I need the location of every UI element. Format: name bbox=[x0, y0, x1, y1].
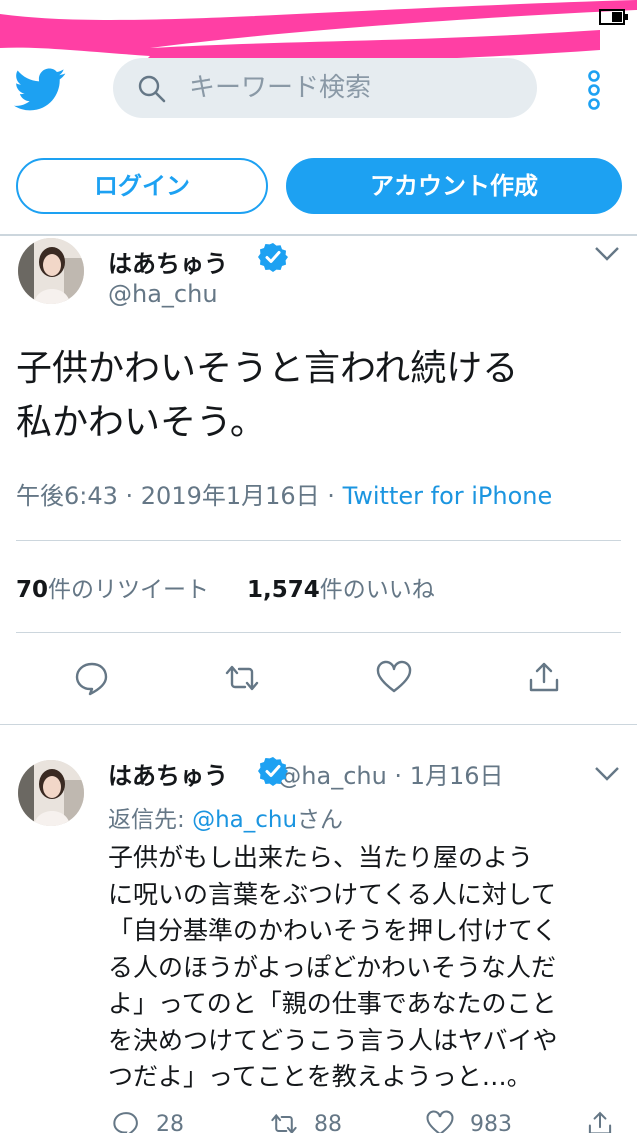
reply-text: 子供がもし出来たら、当たり屋のよう に呪いの言葉をぶつけてくる人に対して 「自分… bbox=[108, 840, 622, 1096]
search-icon bbox=[138, 75, 166, 103]
avatar[interactable] bbox=[18, 238, 84, 304]
tweet-text-line: 私かわいそう。 bbox=[16, 402, 266, 443]
tweet-stats: 70件のリツイート 1,574件のいいね bbox=[16, 570, 435, 604]
reply-text-line: つだよ」ってことを教えようっと…。 bbox=[108, 1062, 532, 1091]
tweet-timestamp[interactable]: 午後6:43 · 2019年1月16日 · bbox=[16, 482, 343, 510]
share-icon[interactable] bbox=[526, 660, 562, 696]
more-vertical-icon[interactable] bbox=[584, 70, 604, 110]
divider bbox=[16, 632, 621, 633]
tweet-author-name[interactable]: はあちゅう bbox=[108, 244, 228, 279]
retweet-icon bbox=[271, 1113, 297, 1133]
auth-buttons: ログイン アカウント作成 bbox=[0, 158, 637, 214]
like-count: 983 bbox=[470, 1111, 512, 1133]
likes-label: 件のいいね bbox=[319, 577, 435, 603]
reply-share-action[interactable] bbox=[586, 1110, 614, 1133]
reply-text-line: に呪いの言葉をぶつけてくる人に対して bbox=[108, 879, 557, 909]
top-bar: キーワード検索 bbox=[0, 48, 637, 134]
avatar[interactable] bbox=[18, 760, 84, 826]
tweet-actions bbox=[0, 660, 637, 704]
like-heart-icon[interactable] bbox=[376, 660, 412, 696]
tweet-text: 子供かわいそうと言われ続ける 私かわいそう。 bbox=[16, 342, 621, 450]
divider bbox=[16, 540, 621, 541]
search-input[interactable]: キーワード検索 bbox=[113, 58, 537, 118]
reply-to-line: 返信先: @ha_chuさん bbox=[108, 800, 343, 834]
search-placeholder: キーワード検索 bbox=[189, 73, 372, 103]
divider bbox=[0, 724, 637, 725]
likes-stat[interactable]: 1,574件のいいね bbox=[247, 577, 435, 603]
like-heart-icon bbox=[426, 1110, 454, 1133]
divider bbox=[0, 234, 637, 236]
reply-count: 28 bbox=[156, 1111, 184, 1133]
verified-badge-icon bbox=[258, 243, 288, 272]
retweets-count: 70 bbox=[16, 577, 49, 603]
tweet-author-handle[interactable]: @ha_chu bbox=[108, 280, 218, 308]
reply-retweet-action[interactable]: 88 bbox=[270, 1110, 342, 1133]
tweet-source-link[interactable]: Twitter for iPhone bbox=[343, 482, 553, 510]
reply-header: はあちゅう @ha_chu · 1月16日 bbox=[108, 756, 504, 791]
reply-to-prefix: 返信先: bbox=[108, 807, 193, 833]
reply-author-name[interactable]: はあちゅう bbox=[108, 762, 228, 790]
login-button[interactable]: ログイン bbox=[16, 158, 268, 214]
verified-badge-icon bbox=[258, 757, 288, 786]
reply-handle-date[interactable]: @ha_chu · 1月16日 bbox=[270, 762, 503, 790]
reply-text-line: よ」ってのと「親の仕事であなたのこと bbox=[108, 989, 557, 1018]
reply-icon[interactable] bbox=[74, 660, 110, 696]
reply-reply-action[interactable]: 28 bbox=[112, 1110, 184, 1133]
retweet-count: 88 bbox=[314, 1111, 342, 1133]
twitter-bird-icon[interactable] bbox=[14, 68, 66, 112]
share-icon bbox=[588, 1111, 612, 1133]
reply-like-action[interactable]: 983 bbox=[426, 1110, 512, 1133]
chevron-down-icon[interactable] bbox=[594, 246, 620, 262]
reply-to-suffix: さん bbox=[297, 807, 344, 833]
tweet-text-line: 子供かわいそうと言われ続ける bbox=[16, 348, 519, 389]
retweets-stat[interactable]: 70件のリツイート bbox=[16, 577, 209, 603]
reply-to-handle[interactable]: @ha_chu bbox=[192, 807, 297, 833]
reply-text-line: 子供がもし出来たら、当たり屋のよう bbox=[108, 843, 534, 872]
reply-actions: 28 88 983 bbox=[0, 1110, 637, 1133]
reply-text-line: 「自分基準のかわいそうを押し付けてく bbox=[108, 916, 558, 945]
retweet-icon[interactable] bbox=[224, 660, 260, 696]
reply-icon bbox=[113, 1112, 138, 1133]
likes-count: 1,574 bbox=[247, 577, 320, 603]
chevron-down-icon[interactable] bbox=[594, 766, 620, 782]
battery-icon bbox=[599, 9, 628, 25]
reply-text-line: る人のほうがよっぽどかわいそうな人だ bbox=[108, 952, 557, 982]
retweets-label: 件のリツイート bbox=[48, 577, 210, 603]
tweet-meta: 午後6:43 · 2019年1月16日 · Twitter for iPhone bbox=[16, 476, 552, 511]
signup-button[interactable]: アカウント作成 bbox=[286, 158, 622, 214]
reply-text-line: を決めつけてどうこう言う人はヤバイや bbox=[108, 1025, 558, 1055]
